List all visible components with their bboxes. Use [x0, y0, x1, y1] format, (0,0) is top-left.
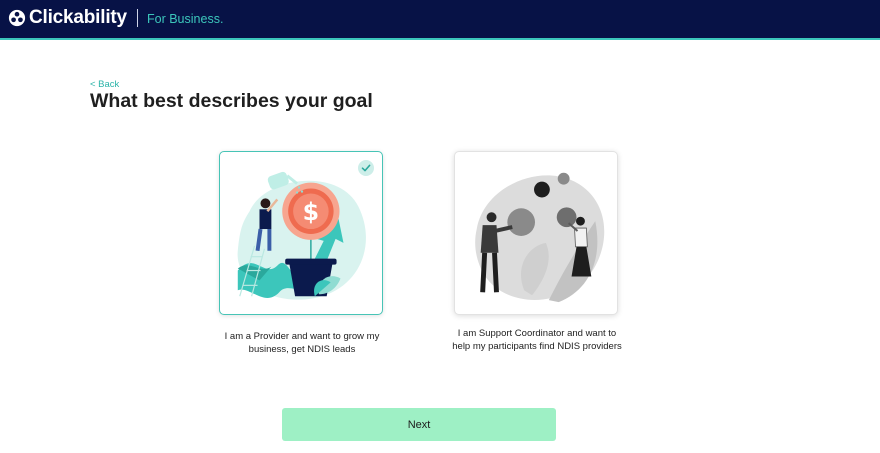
selected-check-badge — [358, 160, 374, 176]
option-card-provider[interactable]: $ — [219, 151, 383, 315]
logo[interactable]: Clickability — [8, 7, 127, 29]
option-label-support-coordinator: I am Support Coordinator and want to hel… — [452, 328, 622, 352]
header-tagline: For Business. — [147, 12, 224, 26]
check-icon — [361, 164, 371, 172]
next-button[interactable]: Next — [282, 408, 556, 441]
growth-money-plant-illustration: $ — [237, 171, 366, 300]
top-header: Clickability For Business. — [0, 0, 880, 40]
logo-text: Clickability — [29, 7, 127, 28]
option-card-support-coordinator[interactable] — [454, 151, 618, 315]
svg-text:$: $ — [303, 198, 319, 226]
clickability-logo-icon — [8, 9, 26, 27]
people-with-circles-illustration — [475, 172, 605, 303]
option-label-provider: I am a Provider and want to grow my busi… — [224, 331, 380, 355]
header-divider — [137, 9, 138, 27]
page-title: What best describes your goal — [90, 90, 373, 112]
